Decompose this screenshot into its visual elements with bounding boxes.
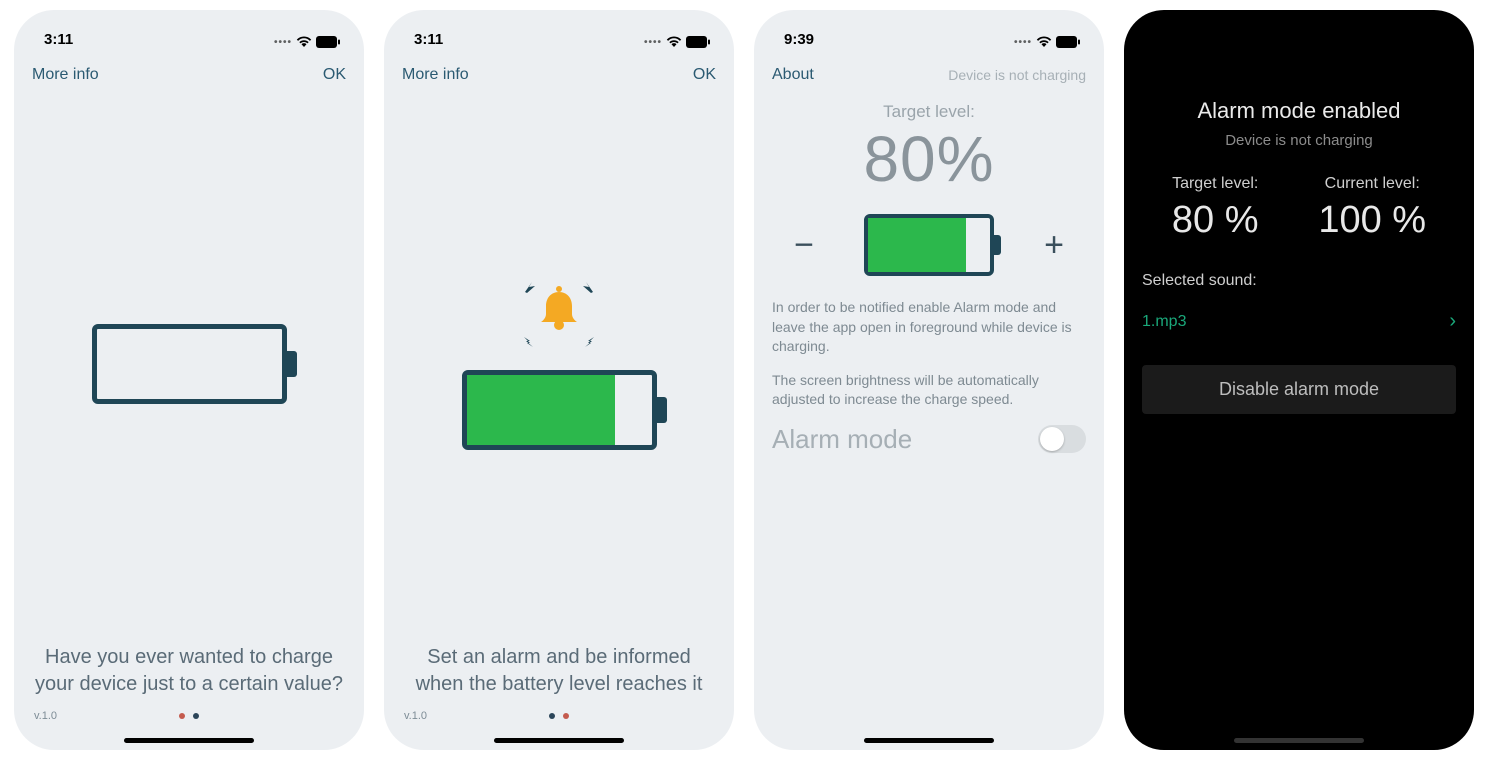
cell-signal-icon: ••••	[644, 37, 662, 48]
status-bar: 9:39 ••••	[754, 10, 1104, 48]
battery-status-icon	[316, 36, 340, 48]
version-label: v.1.0	[34, 710, 57, 722]
home-indicator[interactable]	[1234, 738, 1364, 743]
onboarding-caption: Set an alarm and be informed when the ba…	[384, 644, 734, 698]
screen-1-onboarding: 3:11 •••• More info OK Have you ever wan…	[14, 10, 364, 750]
page-indicator	[427, 713, 690, 719]
battery-charged-icon	[462, 370, 657, 450]
screen-4-alarm-mode: Alarm mode enabled Device is not chargin…	[1124, 10, 1474, 750]
more-info-link[interactable]: More info	[402, 66, 469, 84]
about-link[interactable]: About	[772, 66, 814, 84]
battery-level-icon	[864, 214, 994, 276]
target-level-label: Target level:	[1172, 175, 1259, 193]
charging-status: Device is not charging	[948, 67, 1086, 83]
battery-status-icon	[686, 36, 710, 48]
ok-button[interactable]: OK	[693, 66, 716, 84]
chevron-right-icon: ›	[1449, 310, 1456, 333]
increase-button[interactable]: +	[1036, 226, 1072, 265]
wifi-icon	[1036, 36, 1052, 48]
version-label: v.1.0	[404, 710, 427, 722]
screen-2-onboarding: 3:11 •••• More info OK	[384, 10, 734, 750]
status-time: 3:11	[44, 31, 73, 48]
bell-ringing-icon	[519, 278, 599, 348]
ok-button[interactable]: OK	[323, 66, 346, 84]
selected-sound-row[interactable]: 1.mp3 ›	[1142, 310, 1456, 333]
cell-signal-icon: ••••	[274, 37, 292, 48]
info-text-2: The screen brightness will be automatica…	[772, 371, 1086, 410]
status-time: 3:11	[414, 31, 443, 48]
page-indicator	[57, 713, 320, 719]
decrease-button[interactable]: −	[786, 226, 822, 265]
target-level-value: 80%	[772, 122, 1086, 196]
onboarding-caption: Have you ever wanted to charge your devi…	[14, 644, 364, 698]
status-bar: 3:11 ••••	[14, 10, 364, 48]
status-bar: 3:11 ••••	[384, 10, 734, 48]
battery-status-icon	[1056, 36, 1080, 48]
alarm-mode-title: Alarm mode enabled	[1142, 98, 1456, 124]
current-level-value: 100 %	[1318, 199, 1426, 242]
selected-sound-value: 1.mp3	[1142, 313, 1186, 331]
wifi-icon	[296, 36, 312, 48]
home-indicator[interactable]	[494, 738, 624, 743]
selected-sound-label: Selected sound:	[1142, 272, 1456, 290]
wifi-icon	[666, 36, 682, 48]
alarm-mode-toggle[interactable]	[1038, 425, 1086, 453]
info-text-1: In order to be notified enable Alarm mod…	[772, 298, 1086, 357]
target-level-label: Target level:	[772, 102, 1086, 122]
charging-status: Device is not charging	[1142, 132, 1456, 149]
home-indicator[interactable]	[124, 738, 254, 743]
status-time: 9:39	[784, 31, 814, 48]
battery-empty-icon	[92, 324, 287, 404]
current-level-label: Current level:	[1318, 175, 1426, 193]
home-indicator[interactable]	[864, 738, 994, 743]
more-info-link[interactable]: More info	[32, 66, 99, 84]
target-level-value: 80 %	[1172, 199, 1259, 242]
screen-3-main-settings: 9:39 •••• About Device is not charging T…	[754, 10, 1104, 750]
cell-signal-icon: ••••	[1014, 37, 1032, 48]
alarm-mode-label: Alarm mode	[772, 424, 912, 455]
disable-alarm-button[interactable]: Disable alarm mode	[1142, 365, 1456, 414]
